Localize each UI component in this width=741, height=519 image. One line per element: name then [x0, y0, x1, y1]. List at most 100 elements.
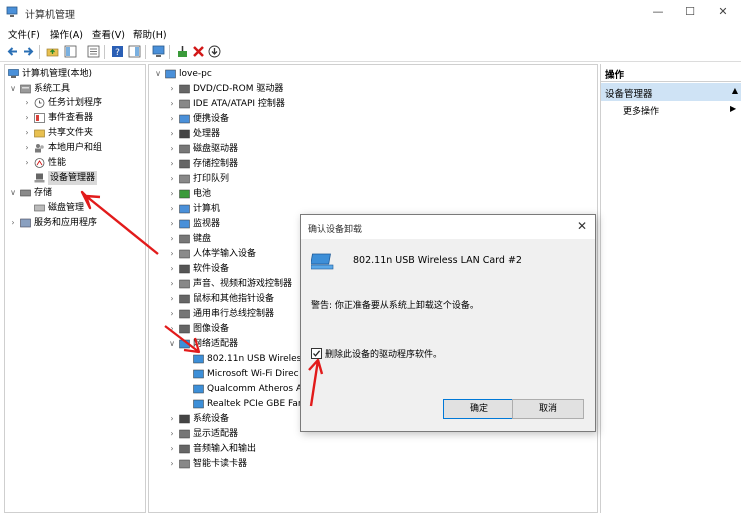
device-category[interactable]: › 便携设备 — [167, 112, 597, 126]
expand-chevron-icon[interactable]: › — [167, 217, 177, 231]
uninstall-icon[interactable] — [192, 45, 205, 58]
menu-view[interactable]: 查看(V) — [92, 27, 125, 41]
ok-button[interactable]: 确定 — [443, 399, 515, 419]
device-category-icon — [179, 234, 190, 244]
expand-chevron-icon[interactable]: › — [167, 112, 177, 126]
device-tree-label: 系统设备 — [193, 414, 230, 424]
cancel-button[interactable]: 取消 — [512, 399, 584, 419]
device-category[interactable]: › 磁盘驱动器 — [167, 142, 597, 156]
collapse-chevron-icon[interactable]: ∨ — [153, 67, 163, 81]
device-category-icon — [179, 114, 190, 124]
menu-action[interactable]: 操作(A) — [50, 27, 83, 41]
device-category[interactable]: › 电池 — [167, 187, 597, 201]
menu-help[interactable]: 帮助(H) — [133, 27, 167, 41]
download-icon[interactable] — [208, 45, 221, 58]
event-viewer-icon — [34, 113, 45, 123]
expand-chevron-icon[interactable]: › — [22, 96, 32, 110]
tree-services[interactable]: › 服务和应用程序 — [8, 216, 146, 230]
expand-chevron-icon[interactable]: › — [167, 142, 177, 156]
delete-driver-checkbox-label[interactable]: 删除此设备的驱动程序软件。 — [325, 347, 442, 360]
expand-chevron-icon[interactable]: › — [22, 111, 32, 125]
forward-icon[interactable] — [22, 45, 35, 58]
tree-system-tools[interactable]: ∨ 系统工具 — [8, 82, 146, 96]
expand-chevron-icon[interactable]: › — [8, 216, 18, 230]
expand-chevron-icon[interactable]: › — [167, 127, 177, 141]
collapse-chevron-icon[interactable]: ∨ — [167, 337, 177, 351]
expand-chevron-icon[interactable]: › — [167, 97, 177, 111]
maximize-button[interactable]: ☐ — [680, 4, 700, 20]
device-manager-icon — [34, 173, 45, 183]
expand-chevron-icon[interactable]: › — [167, 322, 177, 336]
device-category[interactable]: › DVD/CD-ROM 驱动器 — [167, 82, 597, 96]
device-category-icon — [193, 354, 204, 364]
device-category-icon — [179, 324, 190, 334]
tree-item-disk-management[interactable]: 磁盘管理 — [22, 201, 146, 215]
update-driver-icon[interactable] — [176, 45, 189, 58]
tree-item-local-users[interactable]: › 本地用户和组 — [22, 141, 146, 155]
expand-chevron-icon[interactable]: › — [167, 202, 177, 216]
tree-storage[interactable]: ∨ 存储 — [8, 186, 146, 200]
toolbar: ? — [0, 42, 741, 62]
menu-file[interactable]: 文件(F) — [8, 27, 40, 41]
submenu-arrow-icon[interactable]: ▶ — [730, 104, 736, 113]
expand-chevron-icon[interactable]: › — [167, 262, 177, 276]
dialog-close-icon[interactable]: ✕ — [577, 219, 587, 233]
tree-item-shared-folders[interactable]: › 共享文件夹 — [22, 126, 146, 140]
tree-item-performance[interactable]: › 性能 — [22, 156, 146, 170]
device-category-icon — [179, 294, 190, 304]
back-icon[interactable] — [6, 45, 19, 58]
expand-chevron-icon[interactable]: › — [167, 412, 177, 426]
tree-item-task-scheduler[interactable]: › 任务计划程序 — [22, 96, 146, 110]
expand-chevron-icon[interactable]: › — [167, 82, 177, 96]
expand-chevron-icon[interactable]: › — [167, 187, 177, 201]
expand-chevron-icon[interactable]: › — [167, 232, 177, 246]
device-category-icon — [179, 444, 190, 454]
collapse-chevron-icon[interactable]: ∨ — [8, 82, 18, 96]
more-actions-link[interactable]: 更多操作 — [623, 104, 659, 117]
expand-chevron-icon[interactable]: › — [167, 427, 177, 441]
collapse-chevron-icon[interactable]: ∨ — [8, 186, 18, 200]
tree-item-event-viewer[interactable]: › 事件查看器 — [22, 111, 146, 125]
computer-management-icon — [6, 6, 18, 17]
delete-driver-checkbox[interactable] — [311, 348, 322, 359]
checkmark-icon — [313, 350, 321, 357]
device-tree-root[interactable]: ∨ love-pc — [153, 67, 597, 81]
device-category[interactable]: › IDE ATA/ATAPI 控制器 — [167, 97, 597, 111]
up-folder-icon[interactable] — [46, 45, 59, 58]
expand-chevron-icon[interactable]: › — [167, 172, 177, 186]
device-category[interactable]: › 智能卡读卡器 — [167, 457, 597, 471]
expand-chevron-icon[interactable]: › — [22, 141, 32, 155]
device-category[interactable]: › 存储控制器 — [167, 157, 597, 171]
minimize-button[interactable]: — — [648, 4, 668, 20]
device-tree-label: 通用串行总线控制器 — [193, 309, 275, 319]
expand-chevron-icon[interactable]: › — [167, 247, 177, 261]
tree-root[interactable]: 计算机管理(本地) — [8, 67, 146, 81]
tree-item-device-manager[interactable]: 设备管理器 — [22, 171, 146, 185]
device-category[interactable]: › 音频输入和输出 — [167, 442, 597, 456]
device-tree-label: love-pc — [179, 69, 212, 79]
monitor-icon[interactable] — [152, 45, 165, 58]
svg-text:?: ? — [115, 48, 120, 58]
device-category[interactable]: › 打印队列 — [167, 172, 597, 186]
actions-section-device-manager[interactable]: 设备管理器 ▲ — [601, 83, 741, 101]
tree-services-label: 服务和应用程序 — [34, 218, 98, 228]
expand-chevron-icon[interactable]: › — [167, 292, 177, 306]
expand-chevron-icon[interactable]: › — [167, 277, 177, 291]
device-category[interactable]: › 处理器 — [167, 127, 597, 141]
expand-chevron-icon[interactable]: › — [167, 442, 177, 456]
expand-chevron-icon[interactable]: › — [167, 307, 177, 321]
expand-chevron-icon[interactable]: › — [167, 157, 177, 171]
users-icon — [35, 144, 44, 153]
console-tree-icon[interactable] — [64, 45, 77, 58]
properties-icon[interactable] — [87, 45, 100, 58]
close-button[interactable]: ✕ — [713, 4, 733, 20]
expand-chevron-icon[interactable]: › — [22, 126, 32, 140]
toolbar-separator — [39, 45, 40, 59]
expand-chevron-icon[interactable]: › — [22, 156, 32, 170]
collapse-up-icon[interactable]: ▲ — [732, 86, 738, 95]
action-pane-icon[interactable] — [128, 45, 141, 58]
device-tree-label: 智能卡读卡器 — [193, 459, 248, 469]
help-icon[interactable]: ? — [111, 45, 124, 58]
device-category-icon — [179, 429, 190, 439]
expand-chevron-icon[interactable]: › — [167, 457, 177, 471]
